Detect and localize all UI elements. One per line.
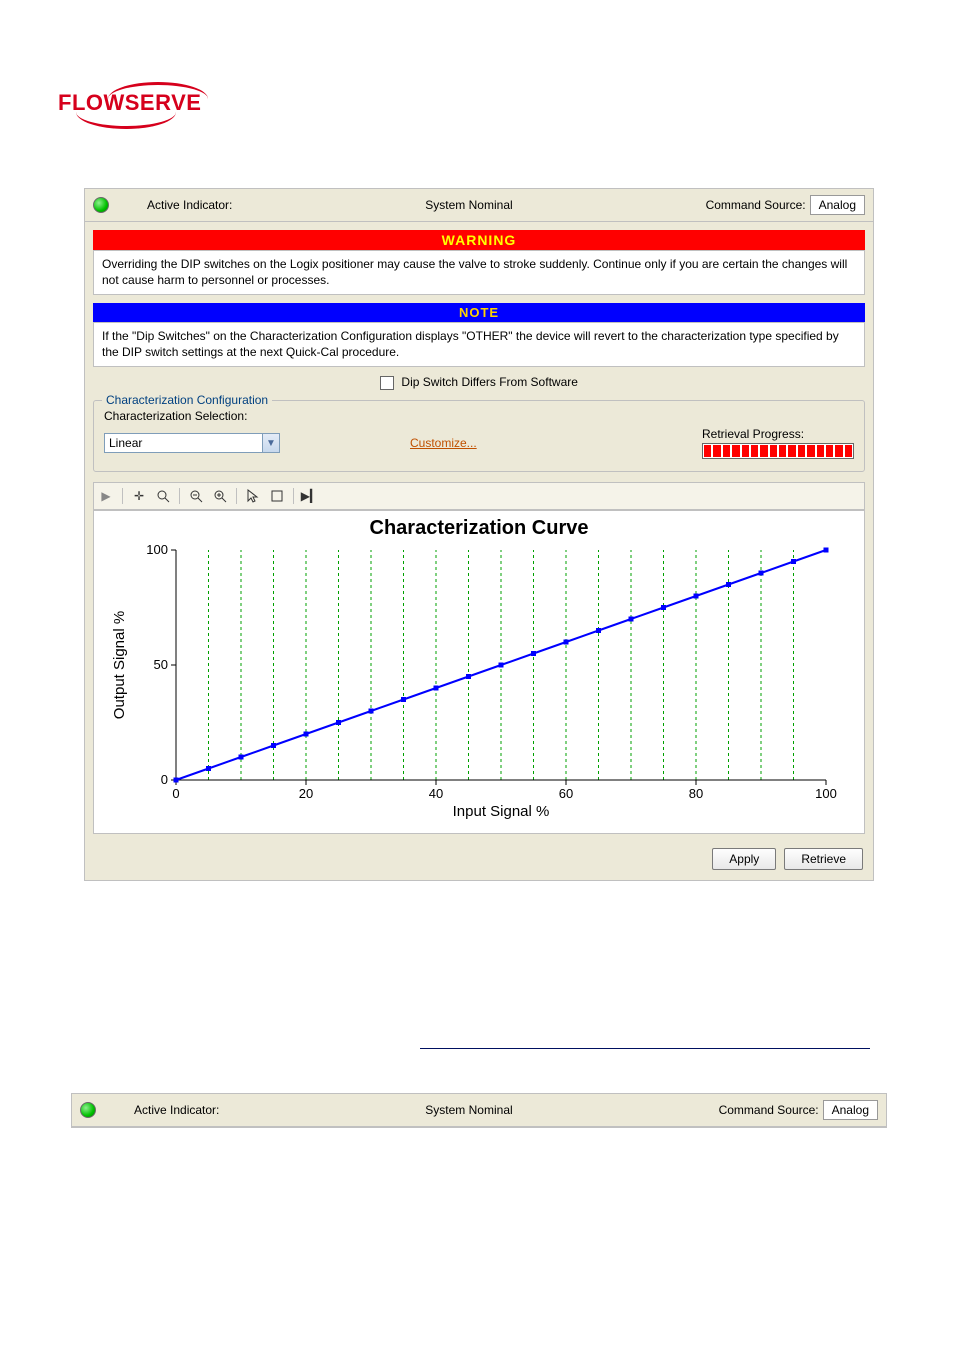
- characterization-config-group: Characterization Configuration Character…: [93, 400, 865, 472]
- button-row: Apply Retrieve: [85, 842, 873, 880]
- svg-text:100: 100: [815, 786, 837, 801]
- svg-text:100: 100: [146, 542, 168, 557]
- crosshair-icon[interactable]: ✛: [131, 488, 147, 504]
- svg-text:80: 80: [689, 786, 703, 801]
- note-header: NOTE: [93, 303, 865, 322]
- apply-button[interactable]: Apply: [712, 848, 776, 870]
- status-bar: Active Indicator: System Nominal Command…: [85, 189, 873, 222]
- characterization-chart: 0 20 40 60 80 100 0 50 100 Input Signal % Output S…: [106, 542, 846, 822]
- main-panel: Active Indicator: System Nominal Command…: [84, 188, 874, 881]
- retrieve-button[interactable]: Retrieve: [784, 848, 863, 870]
- toolbar-separator: [293, 488, 294, 504]
- toolbar-separator: [122, 488, 123, 504]
- warning-body: Overriding the DIP switches on the Logix…: [93, 250, 865, 295]
- svg-text:40: 40: [429, 786, 443, 801]
- customize-link[interactable]: Customize...: [410, 436, 477, 450]
- zoom-out-icon[interactable]: [188, 488, 204, 504]
- dip-switch-row: Dip Switch Differs From Software: [93, 375, 865, 390]
- rect-select-icon[interactable]: [269, 488, 285, 504]
- svg-text:0: 0: [161, 772, 168, 787]
- svg-text:50: 50: [154, 657, 168, 672]
- svg-text:Input Signal %: Input Signal %: [453, 803, 550, 820]
- selection-label: Characterization Selection:: [104, 409, 247, 423]
- skip-icon[interactable]: ▶▎: [302, 488, 318, 504]
- zoom-in-icon[interactable]: [212, 488, 228, 504]
- svg-text:0: 0: [172, 786, 179, 801]
- dip-switch-checkbox[interactable]: [380, 376, 394, 390]
- note-body: If the "Dip Switches" on the Characteriz…: [93, 322, 865, 367]
- logo-arc-top: [108, 82, 208, 99]
- chart-container: Characterization Curve 0 20 40 60 80 100 0 50 10…: [93, 510, 865, 834]
- active-indicator-label: Active Indicator:: [147, 198, 232, 212]
- chart-toolbar: ▶ ✛ ▶▎: [93, 482, 865, 510]
- zoom-select-icon[interactable]: [155, 488, 171, 504]
- retrieval-progress-label: Retrieval Progress:: [702, 427, 854, 441]
- command-source-label: Command Source:: [706, 198, 806, 212]
- characterization-select[interactable]: Linear ▼: [104, 433, 280, 453]
- svg-text:Output Signal %: Output Signal %: [111, 611, 128, 719]
- active-indicator-dot: [93, 197, 109, 213]
- svg-text:20: 20: [299, 786, 313, 801]
- secondary-panel: Active Indicator: System Nominal Command…: [71, 1093, 887, 1128]
- active-indicator-label-2: Active Indicator:: [134, 1103, 219, 1117]
- logo-arc-bottom: [76, 112, 176, 129]
- system-status-value: System Nominal: [425, 198, 512, 212]
- command-source-label-2: Command Source:: [719, 1103, 819, 1117]
- toolbar-separator: [236, 488, 237, 504]
- dip-switch-label: Dip Switch Differs From Software: [401, 375, 578, 389]
- svg-text:60: 60: [559, 786, 573, 801]
- chevron-down-icon: ▼: [262, 434, 279, 452]
- brand-logo: FLOWSERVE: [58, 90, 201, 116]
- config-legend: Characterization Configuration: [102, 393, 272, 407]
- pointer-icon[interactable]: [245, 488, 261, 504]
- status-bar-2: Active Indicator: System Nominal Command…: [72, 1094, 886, 1127]
- retrieval-progress-bar: [702, 443, 854, 459]
- warning-header: WARNING: [93, 230, 865, 250]
- command-source-value-2: Analog: [823, 1100, 878, 1120]
- system-status-value-2: System Nominal: [425, 1103, 512, 1117]
- play-icon[interactable]: ▶: [98, 488, 114, 504]
- active-indicator-dot-2: [80, 1102, 96, 1118]
- chart-title: Characterization Curve: [106, 517, 852, 540]
- characterization-select-value: Linear: [109, 436, 142, 450]
- command-source-value: Analog: [810, 195, 865, 215]
- toolbar-separator: [179, 488, 180, 504]
- page-separator-line: [420, 1048, 870, 1049]
